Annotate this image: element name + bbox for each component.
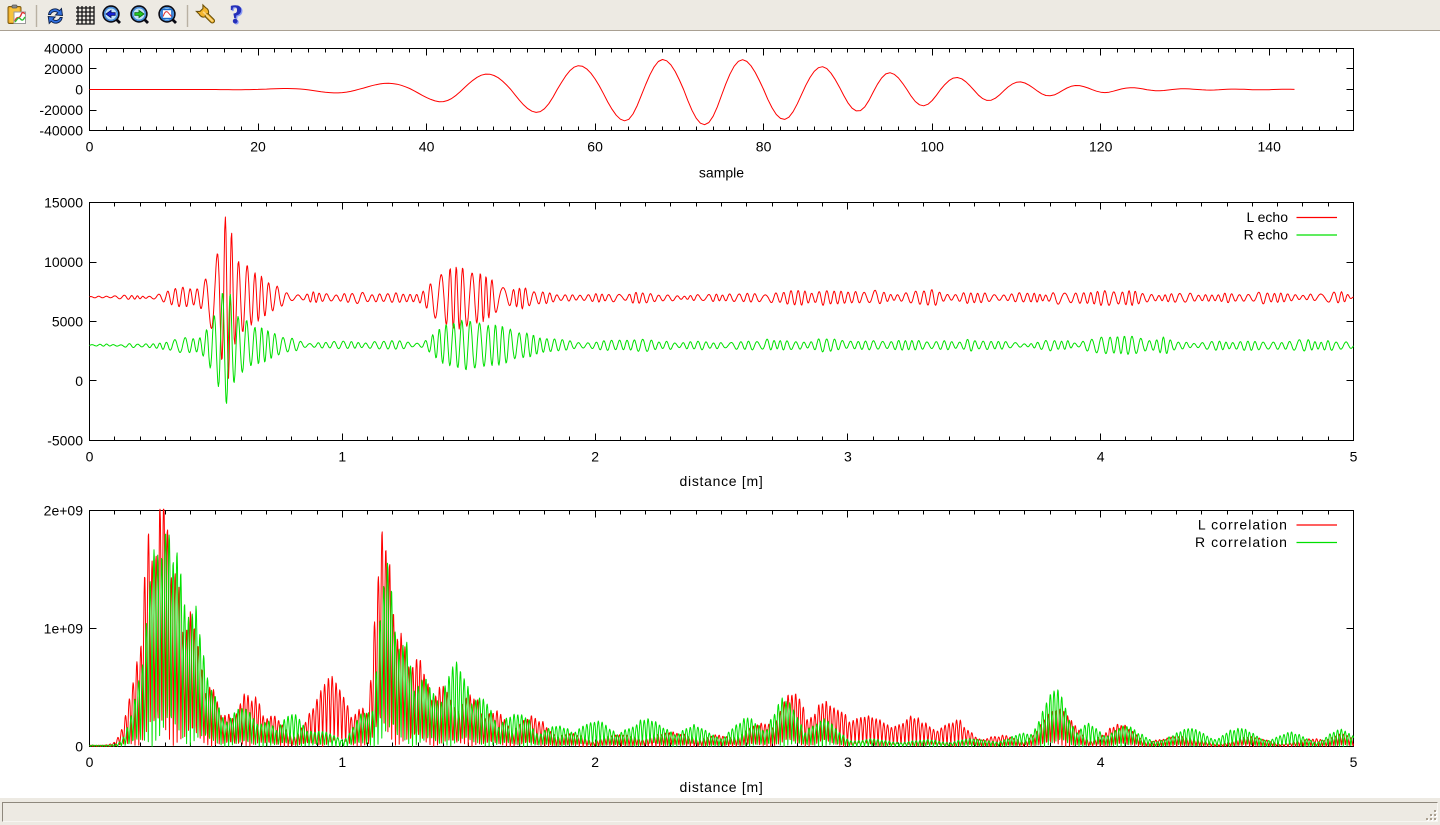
svg-text:?: ?	[230, 0, 243, 29]
svg-text:20000: 20000	[44, 61, 83, 77]
svg-text:1: 1	[338, 449, 346, 465]
svg-text:15000: 15000	[44, 195, 83, 211]
svg-text:0: 0	[75, 739, 83, 755]
svg-text:sample: sample	[699, 165, 744, 181]
svg-text:4: 4	[1097, 754, 1105, 770]
svg-text:60: 60	[587, 139, 603, 155]
svg-text:0: 0	[75, 373, 83, 389]
svg-text:1: 1	[338, 754, 346, 770]
svg-text:R correlation: R correlation	[1195, 534, 1288, 550]
svg-text:-5000: -5000	[47, 433, 83, 449]
svg-text:0: 0	[86, 754, 94, 770]
svg-text:2: 2	[591, 449, 599, 465]
svg-text:5: 5	[1350, 449, 1358, 465]
svg-text:2e+09: 2e+09	[44, 503, 84, 519]
svg-text:R echo: R echo	[1244, 227, 1289, 243]
svg-text:0: 0	[75, 82, 83, 98]
svg-text:2: 2	[591, 754, 599, 770]
svg-text:80: 80	[756, 139, 772, 155]
svg-text:1e+09: 1e+09	[44, 621, 84, 637]
svg-text:-40000: -40000	[39, 123, 83, 139]
svg-text:5000: 5000	[52, 314, 83, 330]
svg-text:3: 3	[844, 449, 852, 465]
svg-text:distance [m]: distance [m]	[680, 779, 764, 795]
svg-text:40000: 40000	[44, 41, 83, 57]
svg-text:L echo: L echo	[1246, 209, 1288, 225]
svg-text:0: 0	[86, 449, 94, 465]
svg-text:20: 20	[250, 139, 266, 155]
svg-text:4: 4	[1097, 449, 1105, 465]
svg-text:140: 140	[1258, 139, 1282, 155]
svg-text:10000: 10000	[44, 254, 83, 270]
svg-text:3: 3	[844, 754, 852, 770]
svg-text:0: 0	[86, 139, 94, 155]
svg-text:40: 40	[419, 139, 435, 155]
svg-text:-20000: -20000	[39, 102, 83, 118]
svg-text:120: 120	[1089, 139, 1113, 155]
svg-text:distance [m]: distance [m]	[680, 473, 764, 489]
svg-text:5: 5	[1350, 754, 1358, 770]
svg-text:L correlation: L correlation	[1198, 517, 1288, 533]
svg-text:100: 100	[921, 139, 945, 155]
